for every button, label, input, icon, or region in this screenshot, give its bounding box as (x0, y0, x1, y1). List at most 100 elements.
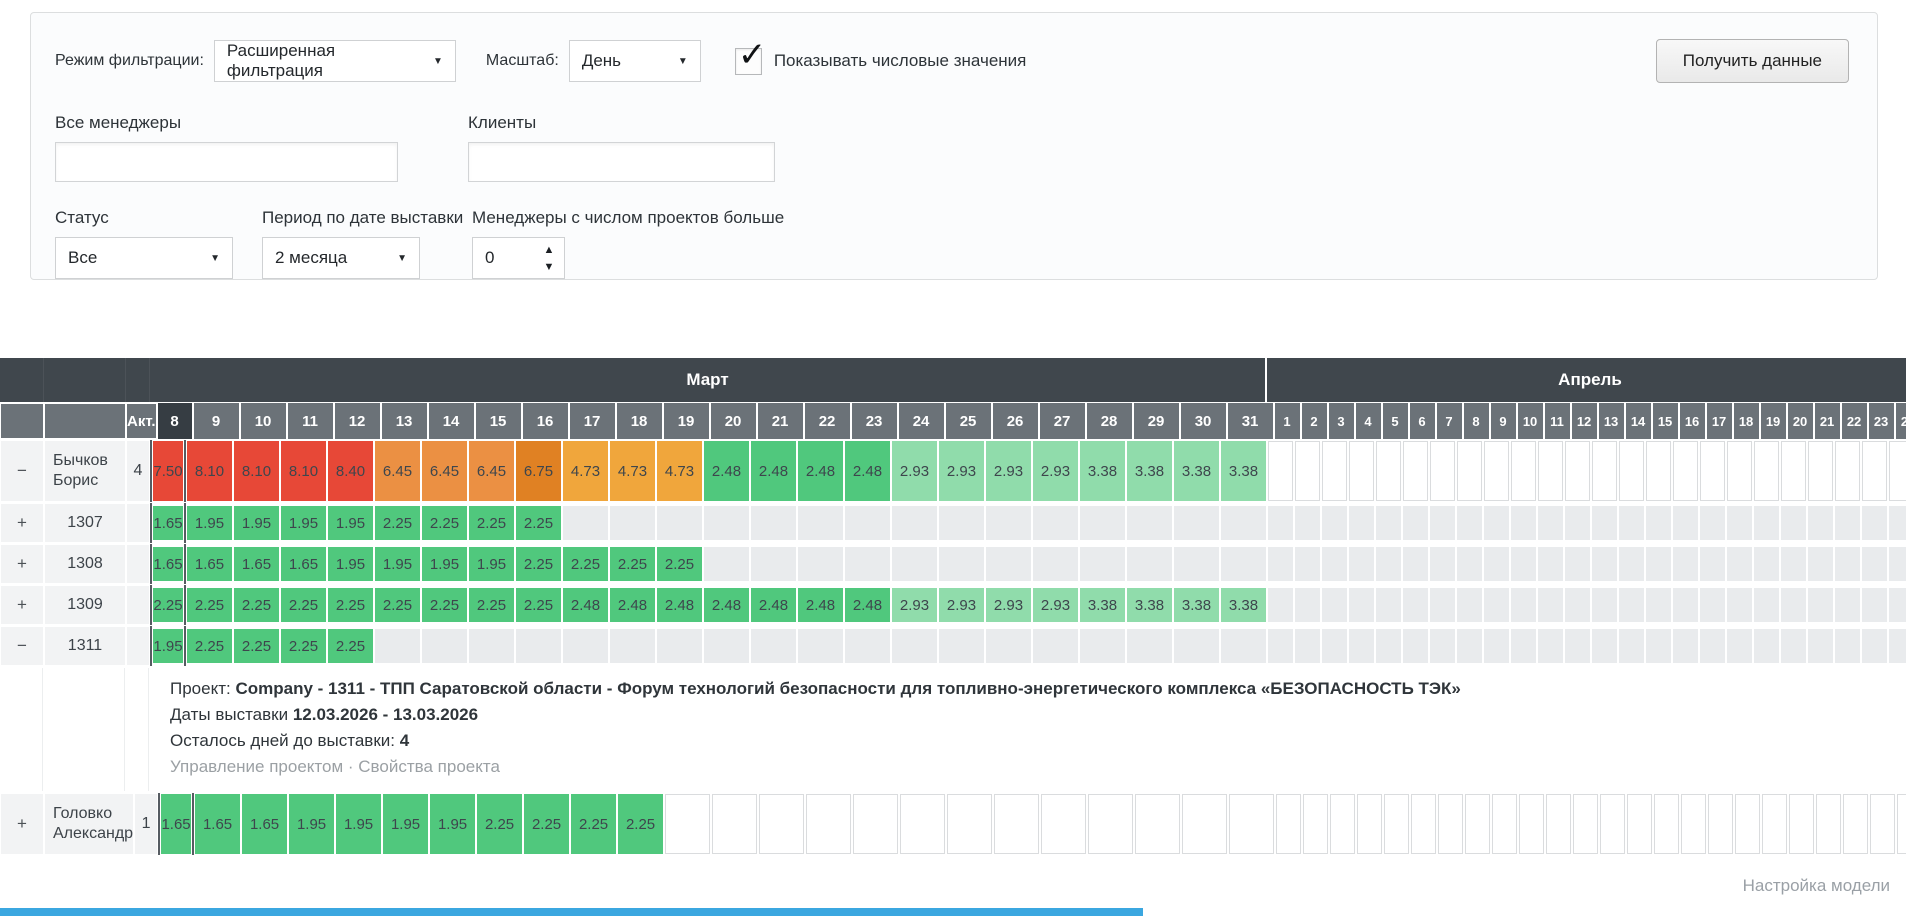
value-cell (1510, 626, 1537, 666)
day-number: 7 (1437, 403, 1462, 439)
min-projects-stepper[interactable]: 0 ▲ ▼ (472, 237, 565, 279)
workload-value: 2.25 (516, 506, 561, 540)
empty-cell (1592, 547, 1617, 581)
value-cell (1545, 793, 1572, 855)
value-cell: 2.25 (186, 585, 233, 625)
fetch-data-button[interactable]: Получить данные (1656, 39, 1849, 83)
value-cell (1618, 626, 1645, 666)
empty-cell (1781, 547, 1806, 581)
project-name: Company - 1311 - ТПП Саратовской области… (235, 679, 1460, 698)
value-cell (1807, 626, 1834, 666)
status-filter-label: Статус (55, 208, 233, 228)
month-label: Март (150, 358, 1267, 402)
value-cell: 2.48 (750, 440, 797, 502)
clients-filter-input[interactable] (468, 142, 775, 182)
filter-mode-select[interactable]: Расширенная фильтрация ▼ (214, 40, 456, 82)
empty-cell (1430, 547, 1455, 581)
stepper-up-icon[interactable]: ▲ (544, 245, 555, 255)
project-properties-link[interactable]: Свойства проекта (358, 757, 500, 776)
empty-cell (1376, 506, 1401, 540)
value-cell: 3.38 (1079, 585, 1126, 625)
workload-value: 2.25 (187, 629, 232, 663)
value-cell (805, 793, 852, 855)
name-cell: 1311 (44, 626, 126, 666)
empty-cell (1430, 441, 1455, 501)
value-cell (1267, 626, 1294, 666)
workload-value: 2.25 (524, 794, 569, 854)
empty-cell (1592, 629, 1617, 663)
detail-links-line: Управление проектом · Свойства проекта (170, 754, 1885, 780)
empty-cell (1762, 794, 1787, 854)
workload-value: 2.48 (704, 588, 749, 622)
value-cell (1483, 585, 1510, 625)
project-management-link[interactable]: Управление проектом (170, 757, 343, 776)
day-number: 4 (1356, 403, 1381, 439)
value-cell: 1.95 (186, 503, 233, 543)
empty-cell (1322, 506, 1347, 540)
stepper-down-icon[interactable]: ▼ (544, 262, 555, 272)
value-cell (758, 793, 805, 855)
scale-select[interactable]: День ▼ (569, 40, 701, 82)
period-select[interactable]: 2 месяца ▼ (262, 237, 420, 279)
day-number: 16 (1680, 403, 1705, 439)
workload-value: 1.95 (469, 547, 514, 581)
expander-toggle[interactable]: + (1, 794, 43, 854)
show-values-checkbox[interactable]: ✓ (735, 48, 762, 75)
empty-cell (1727, 441, 1752, 501)
expander-toggle[interactable]: + (1, 545, 43, 583)
value-cell: 2.25 (327, 585, 374, 625)
active-count (127, 545, 149, 583)
value-cell: 2.25 (421, 585, 468, 625)
value-cell: 3.38 (1079, 440, 1126, 502)
day-number: 29 (1134, 403, 1179, 439)
expander-toggle[interactable]: − (1, 441, 43, 501)
day-header-cell: 16 (1679, 403, 1706, 439)
project-number: 1307 (45, 504, 125, 542)
value-cell (1707, 793, 1734, 855)
value-cell (664, 793, 711, 855)
activity-cell (126, 544, 150, 584)
value-cell (852, 793, 899, 855)
manager-name: Головко Александр (45, 794, 133, 854)
empty-cell (1808, 547, 1833, 581)
workload-value: 1.65 (153, 506, 183, 540)
day-number: 16 (523, 403, 568, 439)
value-cell (1834, 585, 1861, 625)
value-cell (899, 793, 946, 855)
day-header-cell: 20 (1787, 403, 1814, 439)
managers-filter-input[interactable] (55, 142, 398, 182)
day-header-cell: 18 (1733, 403, 1760, 439)
value-cell (1032, 544, 1079, 584)
status-select[interactable]: Все ▼ (55, 237, 233, 279)
empty-cell (1862, 588, 1887, 622)
workload-value: 1.95 (153, 629, 183, 663)
empty-cell (375, 629, 420, 663)
expander-toggle[interactable]: − (1, 627, 43, 665)
day-number: 6 (1410, 403, 1435, 439)
model-settings-link[interactable]: Настройка модели (1743, 876, 1890, 896)
empty-cell (1430, 506, 1455, 540)
empty-cell (986, 629, 1031, 663)
value-cell: 1.65 (233, 544, 280, 584)
empty-cell (751, 506, 796, 540)
day-number: 22 (805, 403, 850, 439)
activity-column-header: Акт. (126, 403, 157, 439)
value-cell (1375, 544, 1402, 584)
value-cell (1564, 585, 1591, 625)
workload-value: 2.25 (422, 506, 467, 540)
expander-toggle[interactable]: + (1, 504, 43, 542)
active-count (127, 586, 149, 624)
horizontal-scrollbar-thumb[interactable] (0, 908, 1143, 916)
empty-cell (939, 506, 984, 540)
detail-spacer-cell (0, 667, 44, 792)
empty-cell (806, 794, 851, 854)
value-cell: 2.93 (1032, 440, 1079, 502)
value-cell (1429, 626, 1456, 666)
empty-cell (939, 547, 984, 581)
expander-toggle[interactable]: + (1, 586, 43, 624)
value-cell (1375, 626, 1402, 666)
value-cell (1645, 544, 1672, 584)
value-cell: 2.48 (703, 585, 750, 625)
value-cell (1134, 793, 1181, 855)
day-number: 8 (158, 403, 192, 439)
